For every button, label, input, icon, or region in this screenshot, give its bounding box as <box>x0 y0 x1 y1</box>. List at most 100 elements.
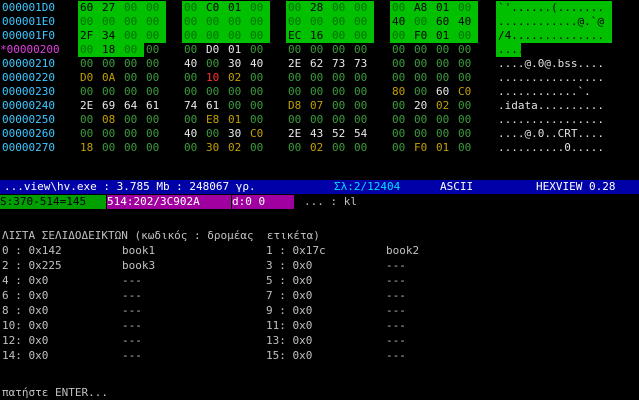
hex-byte[interactable]: 00 <box>436 57 449 71</box>
hex-byte[interactable]: 00 <box>250 29 263 43</box>
hex-byte[interactable]: 30 <box>228 127 241 141</box>
hex-byte[interactable]: 00 <box>458 57 471 71</box>
hex-row[interactable]: 00000230 00 00 00 00 00 00 00 00 00 00 00 00 80 00 60 C0… <box>0 85 639 99</box>
ascii-column[interactable]: `'......(....... <box>498 1 604 15</box>
hex-byte[interactable]: 74 <box>184 99 197 113</box>
hex-byte[interactable]: 00 <box>184 15 197 29</box>
hex-byte[interactable]: 00 <box>288 71 301 85</box>
hex-byte[interactable]: 16 <box>310 29 323 43</box>
hex-byte[interactable]: EC <box>288 29 301 43</box>
hex-byte[interactable]: 02 <box>228 71 241 85</box>
hex-byte[interactable]: 00 <box>250 85 263 99</box>
hex-row[interactable]: 000001E0 00 00 00 00 00 00 00 00 00 00 00 00 40 00 60 40… <box>0 15 639 29</box>
hex-byte[interactable]: 00 <box>310 71 323 85</box>
hex-byte[interactable]: 00 <box>124 43 137 57</box>
ascii-column[interactable]: ............@.`@ <box>498 15 604 29</box>
hex-byte[interactable]: D0 <box>206 43 219 57</box>
hex-byte[interactable]: 00 <box>250 43 263 57</box>
hex-byte[interactable]: 40 <box>392 15 405 29</box>
hex-byte[interactable]: 00 <box>414 113 427 127</box>
hex-byte[interactable]: 40 <box>184 57 197 71</box>
hex-byte[interactable]: 18 <box>102 43 115 57</box>
hex-byte[interactable]: 00 <box>332 1 345 15</box>
hex-byte[interactable]: 00 <box>228 99 241 113</box>
hex-byte[interactable]: C0 <box>250 127 263 141</box>
hex-byte[interactable]: 40 <box>184 127 197 141</box>
hex-byte[interactable]: 52 <box>332 127 345 141</box>
hex-byte[interactable]: 00 <box>458 141 471 155</box>
hex-byte[interactable]: 73 <box>354 57 367 71</box>
hex-byte[interactable]: 00 <box>80 113 93 127</box>
hex-byte[interactable]: 00 <box>392 43 405 57</box>
hex-byte[interactable]: 00 <box>354 113 367 127</box>
hex-byte[interactable]: 08 <box>102 113 115 127</box>
hex-byte[interactable]: 00 <box>184 43 197 57</box>
hex-byte[interactable]: 00 <box>332 113 345 127</box>
hex-byte[interactable]: 00 <box>288 15 301 29</box>
hex-byte[interactable]: 00 <box>250 1 263 15</box>
command-line[interactable]: S:370-514=145 514:202/3C902A d:0 0 ... :… <box>0 195 639 209</box>
hex-byte[interactable]: 00 <box>354 43 367 57</box>
hex-byte[interactable]: 00 <box>102 85 115 99</box>
hex-byte[interactable]: 00 <box>228 29 241 43</box>
mode-indicator[interactable]: ASCII <box>440 180 473 194</box>
hex-byte[interactable]: 00 <box>206 15 219 29</box>
hex-byte[interactable]: 00 <box>332 15 345 29</box>
hex-byte[interactable]: 00 <box>332 43 345 57</box>
hex-byte[interactable]: 00 <box>458 43 471 57</box>
hex-byte[interactable]: 00 <box>146 43 159 57</box>
hex-byte[interactable]: 00 <box>250 15 263 29</box>
hex-byte[interactable]: 07 <box>310 99 323 113</box>
hex-byte[interactable]: 00 <box>458 113 471 127</box>
hex-byte[interactable]: 00 <box>124 127 137 141</box>
hex-byte[interactable]: 00 <box>354 1 367 15</box>
hex-byte[interactable]: 00 <box>414 127 427 141</box>
hex-byte[interactable]: 00 <box>310 113 323 127</box>
hex-byte[interactable]: 00 <box>332 99 345 113</box>
hex-byte[interactable]: D0 <box>80 71 93 85</box>
hex-byte[interactable]: 40 <box>458 15 471 29</box>
ascii-column[interactable]: ................ <box>498 71 604 85</box>
hex-byte[interactable]: 00 <box>184 71 197 85</box>
hex-byte[interactable]: 00 <box>288 1 301 15</box>
hex-byte[interactable]: 00 <box>124 113 137 127</box>
hex-byte[interactable]: 62 <box>310 57 323 71</box>
hex-byte[interactable]: 73 <box>332 57 345 71</box>
hex-byte[interactable]: 20 <box>414 99 427 113</box>
hex-byte[interactable]: C0 <box>206 1 219 15</box>
hex-byte[interactable]: 00 <box>332 141 345 155</box>
hex-byte[interactable]: E8 <box>206 113 219 127</box>
hex-byte[interactable]: 00 <box>392 29 405 43</box>
hex-byte[interactable]: 2F <box>80 29 93 43</box>
hex-byte[interactable]: 00 <box>458 71 471 85</box>
hex-byte[interactable]: 00 <box>392 141 405 155</box>
hex-byte[interactable]: 01 <box>228 1 241 15</box>
hex-byte[interactable]: 00 <box>436 113 449 127</box>
hex-byte[interactable]: 00 <box>250 113 263 127</box>
hex-byte[interactable]: 30 <box>228 57 241 71</box>
hex-byte[interactable]: 2E <box>288 57 301 71</box>
hex-byte[interactable]: 00 <box>80 57 93 71</box>
hex-row[interactable]: *00000200 00 18 00 00 00 D0 01 00 00 00 00 00 00 00 00 0… <box>0 43 639 57</box>
hex-byte[interactable]: 00 <box>310 85 323 99</box>
hex-byte[interactable]: 00 <box>458 127 471 141</box>
hex-byte[interactable]: F0 <box>414 29 427 43</box>
hex-byte[interactable]: 00 <box>414 15 427 29</box>
hex-byte[interactable]: 00 <box>228 85 241 99</box>
hex-byte[interactable]: 00 <box>288 85 301 99</box>
hex-byte[interactable]: 00 <box>332 71 345 85</box>
hex-row[interactable]: 00000240 2E 69 64 61 74 61 00 00 D8 07 00 00 00 20 02 00… <box>0 99 639 113</box>
hex-byte[interactable]: 00 <box>184 85 197 99</box>
hex-byte[interactable]: 00 <box>146 85 159 99</box>
hex-row[interactable]: 00000260 00 00 00 00 40 00 30 C0 2E 43 52 54 00 00 00 00… <box>0 127 639 141</box>
hex-byte[interactable]: 40 <box>250 57 263 71</box>
hex-byte[interactable]: 01 <box>436 1 449 15</box>
hex-byte[interactable]: 00 <box>228 15 241 29</box>
hex-byte[interactable]: 00 <box>146 1 159 15</box>
hex-byte[interactable]: 00 <box>392 57 405 71</box>
hex-byte[interactable]: 00 <box>392 127 405 141</box>
hex-byte[interactable]: 00 <box>414 43 427 57</box>
hex-byte[interactable]: 00 <box>250 141 263 155</box>
hex-row[interactable]: 00000210 00 00 00 00 40 00 30 40 2E 62 73 73 00 00 00 00… <box>0 57 639 71</box>
hex-byte[interactable]: 00 <box>102 127 115 141</box>
